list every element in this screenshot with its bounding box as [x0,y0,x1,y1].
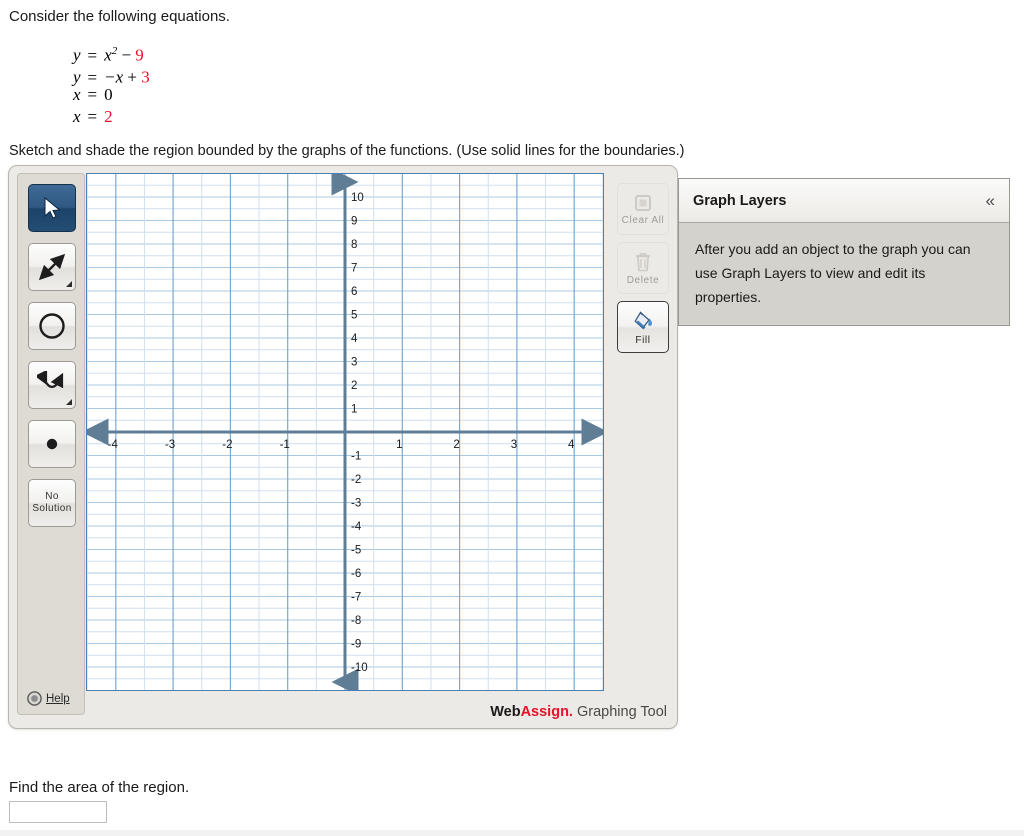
svg-text:-7: -7 [351,592,361,604]
svg-text:-10: -10 [351,662,368,674]
page-root: Consider the following equations. y = x2 −… [0,0,1024,836]
parabola-tool-button[interactable] [28,361,76,409]
equation-row: y = −x + 3 [73,62,150,87]
no-solution-label-line2: Solution [32,503,72,514]
circle-tool-button[interactable] [28,302,76,350]
coordinate-plane[interactable]: -4 -3 -2 -1 1 2 3 4 10 9 8 7 6 5 4 3 2 1 -1 -2 -3 -4 -5 -6 -7 -8 -… [87,174,603,690]
point-tool-button[interactable] [28,420,76,468]
equation-row: x = 0 [73,84,150,106]
svg-text:-8: -8 [351,615,361,627]
no-solution-tool-button[interactable]: No Solution [28,479,76,527]
collapse-panel-icon[interactable]: « [986,192,995,209]
graph-layers-header: Graph Layers « [679,179,1009,223]
equation-constant: 0 [104,85,113,104]
circle-icon [39,313,65,339]
svg-text:4: 4 [351,333,358,345]
answer-input[interactable] [9,801,107,823]
graph-layers-title: Graph Layers [693,192,787,209]
line-tool-button[interactable] [28,243,76,291]
svg-text:-4: -4 [108,439,119,451]
svg-text:-4: -4 [351,521,362,533]
no-solution-label-line1: No [45,491,59,502]
dot-icon [46,438,58,450]
svg-text:2: 2 [351,380,357,392]
graph-layers-help-text: After you add an object to the graph you… [679,223,1009,325]
help-label: Help [46,692,70,705]
equation-relation: = [87,85,98,104]
equation-relation: = [87,107,98,126]
clear-all-label: Clear All [621,214,665,226]
problem-intro-text: Consider the following equations. [9,8,230,25]
svg-text:1: 1 [396,439,402,451]
help-icon [27,691,42,706]
clear-all-icon [635,194,651,211]
svg-text:-3: -3 [165,439,175,451]
brand-assign: Assign. [520,704,573,720]
dropdown-caret-icon[interactable] [66,399,72,405]
svg-text:9: 9 [351,216,357,228]
equation-row: y = x2 − 9 [73,40,150,65]
svg-text:7: 7 [351,263,357,275]
svg-text:-2: -2 [222,439,232,451]
equation-constant: 2 [104,107,113,126]
svg-text:-5: -5 [351,545,361,557]
select-tool-button[interactable] [28,184,76,232]
find-area-label: Find the area of the region. [9,779,190,796]
svg-text:6: 6 [351,286,357,298]
graph-layers-panel: Graph Layers « After you add an object t… [678,178,1010,326]
brand-tool: Graphing Tool [572,704,667,720]
fill-label: Fill [635,334,651,346]
sketch-instruction-text: Sketch and shade the region bounded by t… [9,143,685,159]
equation-list: y = x2 − 9 y = −x + 3 x = 0 x = 2 [73,40,150,128]
fill-button[interactable]: Fill [617,301,669,353]
svg-text:8: 8 [351,239,357,251]
svg-text:-2: -2 [351,474,361,486]
delete-label: Delete [626,274,660,286]
svg-text:2: 2 [453,439,459,451]
cursor-arrow-icon [44,196,61,219]
equation-constant: 3 [141,67,150,87]
paint-bucket-icon [634,310,653,330]
trash-icon [636,252,650,271]
action-toolbar: Clear All Delete Fill [614,173,672,715]
svg-text:-1: -1 [351,451,361,463]
graphing-tool-panel: No Solution Help -4 -3 -2 -1 1 2 3 4 10 9 8 7 6 5 4 3 2 1… [8,165,678,729]
bottom-strip [0,830,1024,836]
svg-text:1: 1 [351,404,357,416]
svg-text:-6: -6 [351,568,361,580]
equation-lhs: x [73,85,81,104]
clear-all-button[interactable]: Clear All [617,183,669,235]
svg-text:5: 5 [351,310,357,322]
delete-button[interactable]: Delete [617,242,669,294]
drawing-toolbar: No Solution Help [17,173,85,715]
svg-text:-1: -1 [280,439,290,451]
equation-operator: + [123,67,142,87]
graph-canvas[interactable]: -4 -3 -2 -1 1 2 3 4 10 9 8 7 6 5 4 3 2 1 -1 -2 -3 -4 -5 -6 -7 -8 -… [86,173,604,691]
equation-row: x = 2 [73,106,150,128]
svg-text:-9: -9 [351,639,361,651]
equation-lhs: x [73,107,81,126]
svg-text:4: 4 [568,439,575,451]
dropdown-caret-icon[interactable] [66,281,72,287]
webassign-branding: WebAssign. Graphing Tool [490,704,667,720]
svg-text:3: 3 [511,439,517,451]
svg-text:-3: -3 [351,498,361,510]
svg-text:3: 3 [351,357,357,369]
help-link[interactable]: Help [27,691,70,706]
line-arrow-icon [38,253,66,281]
parabola-icon [37,371,64,389]
brand-web: Web [490,704,521,720]
svg-text:10: 10 [351,192,364,204]
